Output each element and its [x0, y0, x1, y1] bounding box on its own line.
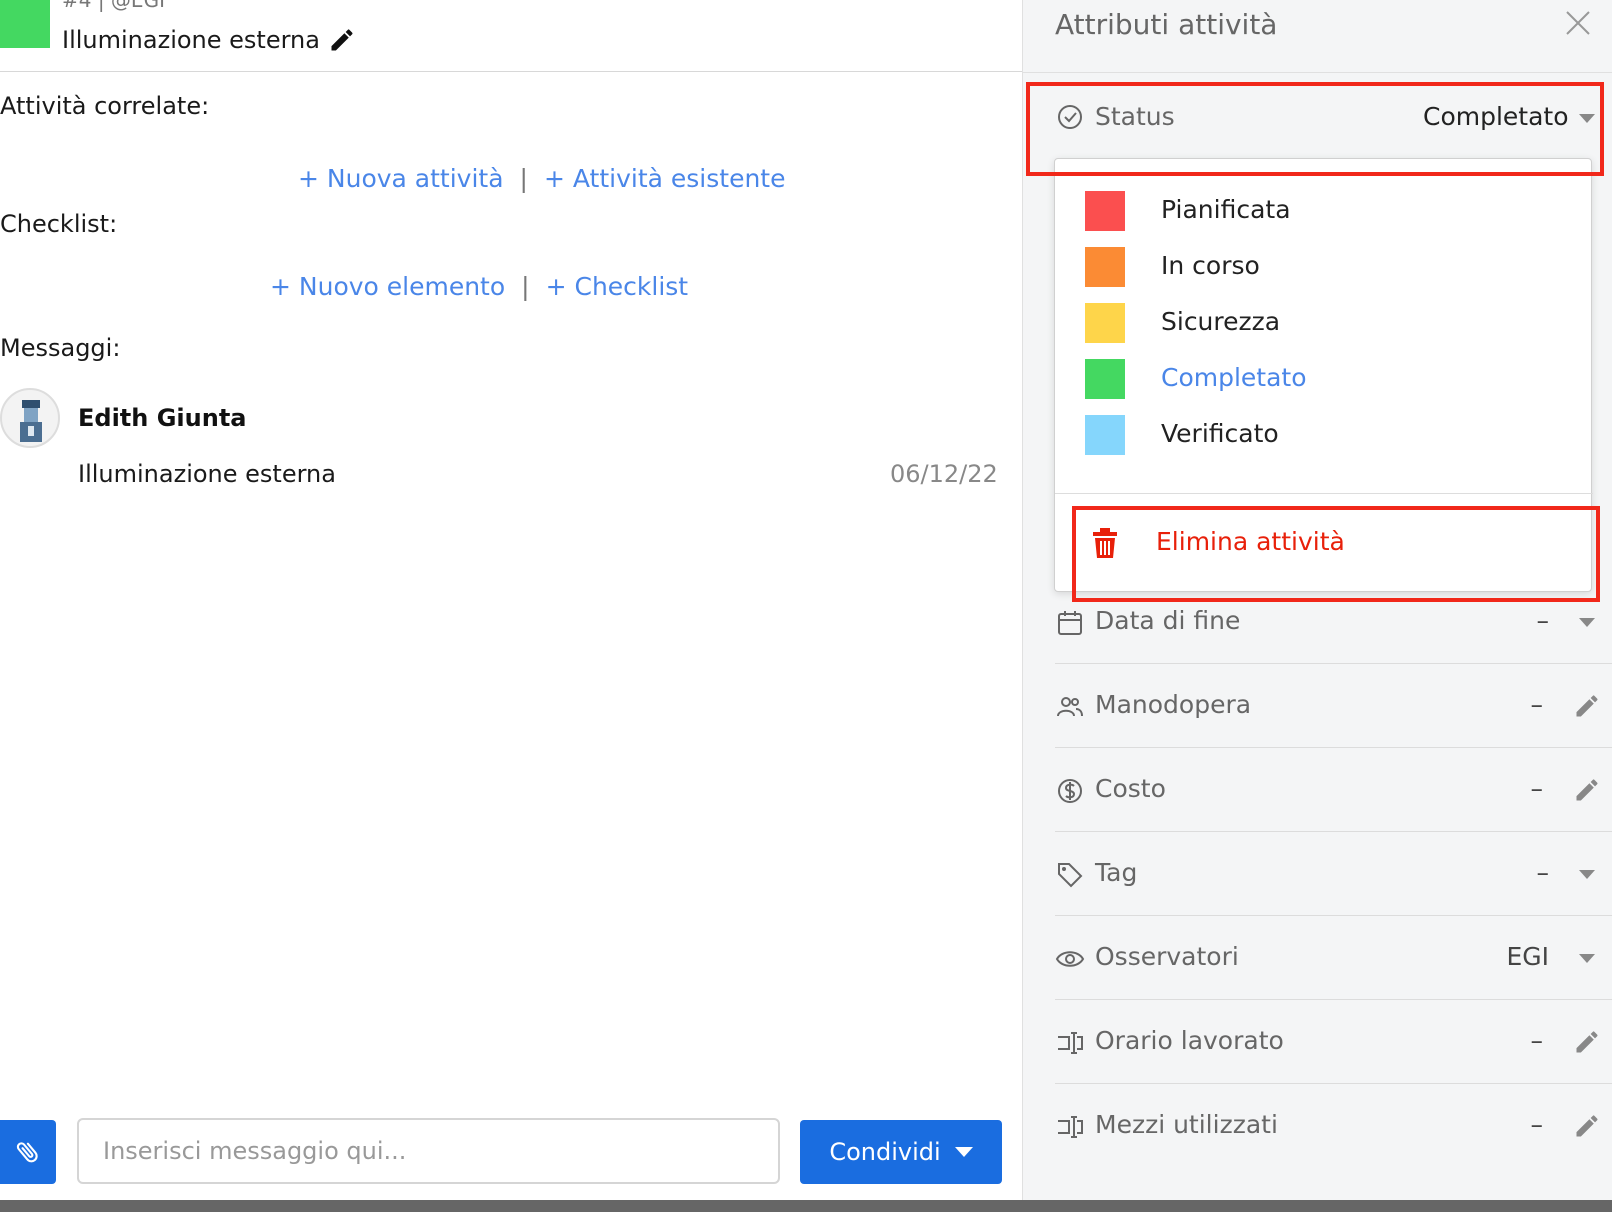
attribute-value: – [1536, 606, 1550, 635]
user-avatar-icon [20, 400, 42, 442]
attribute-label: Manodopera [1095, 690, 1252, 719]
status-color-swatch [1085, 191, 1125, 231]
edit-pencil-icon[interactable] [1573, 1028, 1601, 1056]
messages-label: Messaggi: [0, 334, 121, 362]
tag-icon [1058, 863, 1083, 888]
related-activities-label: Attività correlate: [0, 92, 210, 120]
attribute-value: – [1530, 774, 1544, 803]
activity-main-pane: #4 | @EGI Illuminazione esterna Attività… [0, 0, 1022, 1212]
status-option[interactable]: Verificato [1055, 405, 1593, 461]
attach-button[interactable] [0, 1120, 56, 1184]
edit-pencil-icon[interactable] [1573, 1112, 1601, 1140]
status-color-swatch [1085, 303, 1125, 343]
caret-down-icon [954, 1147, 973, 1157]
activity-subtitle: #4 | @EGI [62, 0, 165, 12]
attribute-label: Mezzi utilizzati [1095, 1110, 1278, 1139]
new-activity-link[interactable]: + Nuova attività [298, 164, 504, 193]
paperclip-icon [16, 1142, 38, 1163]
caret-down-icon [1579, 618, 1595, 627]
activity-header: #4 | @EGI Illuminazione esterna [0, 0, 1022, 72]
attribute-value: EGI [1506, 942, 1549, 971]
status-option-label: Sicurezza [1161, 307, 1281, 336]
attribute-value: – [1530, 690, 1544, 719]
attribute-label: Orario lavorato [1095, 1026, 1284, 1055]
activity-title-text: Illuminazione esterna [62, 26, 320, 54]
caret-down-icon [1579, 870, 1595, 879]
status-option[interactable]: Completato [1055, 349, 1593, 405]
status-option-label: Verificato [1161, 419, 1279, 448]
status-option[interactable]: In corso [1055, 237, 1593, 293]
attribute-value: – [1530, 1026, 1544, 1055]
message-input[interactable] [77, 1118, 780, 1184]
text-cursor-icon [1058, 1032, 1083, 1054]
panel-divider [1023, 72, 1612, 73]
edit-title-pencil-icon[interactable] [328, 26, 356, 54]
link-separator: | [521, 272, 530, 301]
activity-title: Illuminazione esterna [62, 26, 356, 54]
people-icon [1057, 697, 1083, 717]
status-option[interactable]: Sicurezza [1055, 293, 1593, 349]
share-button-label: Condividi [829, 1138, 941, 1166]
attribute-row[interactable]: Orario lavorato – [1023, 1000, 1612, 1084]
status-option[interactable]: Pianificata [1055, 181, 1593, 237]
avatar [0, 388, 60, 448]
status-option-label: Completato [1161, 363, 1307, 392]
attribute-label: Costo [1095, 774, 1166, 803]
checklist-link[interactable]: + Checklist [546, 272, 689, 301]
status-option-label: In corso [1161, 251, 1260, 280]
status-color-swatch [1085, 415, 1125, 455]
status-highlight-box [1026, 82, 1604, 176]
dollar-icon [1058, 779, 1082, 803]
attribute-label: Data di fine [1095, 606, 1241, 635]
caret-down-icon [1579, 954, 1595, 963]
bottom-scrollbar [0, 1200, 1612, 1212]
attribute-row[interactable]: Mezzi utilizzati – [1023, 1084, 1612, 1168]
status-color-swatch [1085, 359, 1125, 399]
status-color-square [0, 0, 50, 48]
edit-pencil-icon[interactable] [1573, 776, 1601, 804]
attribute-value: – [1530, 1110, 1544, 1139]
dropdown-divider [1055, 493, 1593, 494]
calendar-icon [1058, 611, 1082, 635]
related-links-row: + Nuova attività | + Attività esistente [298, 164, 785, 193]
new-item-link[interactable]: + Nuovo elemento [270, 272, 505, 301]
delete-highlight-box [1072, 506, 1600, 602]
link-separator: | [519, 164, 528, 193]
status-color-swatch [1085, 247, 1125, 287]
attribute-label: Tag [1095, 858, 1138, 887]
checklist-label: Checklist: [0, 210, 118, 238]
existing-activity-link[interactable]: + Attività esistente [544, 164, 786, 193]
attribute-row[interactable]: Tag – [1023, 832, 1612, 916]
eye-icon [1055, 951, 1085, 967]
message-date: 06/12/22 [890, 460, 998, 488]
edit-pencil-icon[interactable] [1573, 692, 1601, 720]
panel-title: Attributi attività [1055, 8, 1278, 41]
attribute-label: Osservatori [1095, 942, 1239, 971]
message-author: Edith Giunta [78, 404, 247, 432]
attribute-row[interactable]: Osservatori EGI [1023, 916, 1612, 1000]
message-text: Illuminazione esterna [78, 460, 336, 488]
attribute-row[interactable]: Manodopera – [1023, 664, 1612, 748]
close-icon[interactable] [1563, 8, 1593, 38]
text-cursor-icon [1058, 1116, 1083, 1138]
attribute-value: – [1536, 858, 1550, 887]
checklist-links-row: + Nuovo elemento | + Checklist [270, 272, 688, 301]
status-option-label: Pianificata [1161, 195, 1291, 224]
share-button[interactable]: Condividi [800, 1120, 1002, 1184]
attribute-row[interactable]: Costo – [1023, 748, 1612, 832]
